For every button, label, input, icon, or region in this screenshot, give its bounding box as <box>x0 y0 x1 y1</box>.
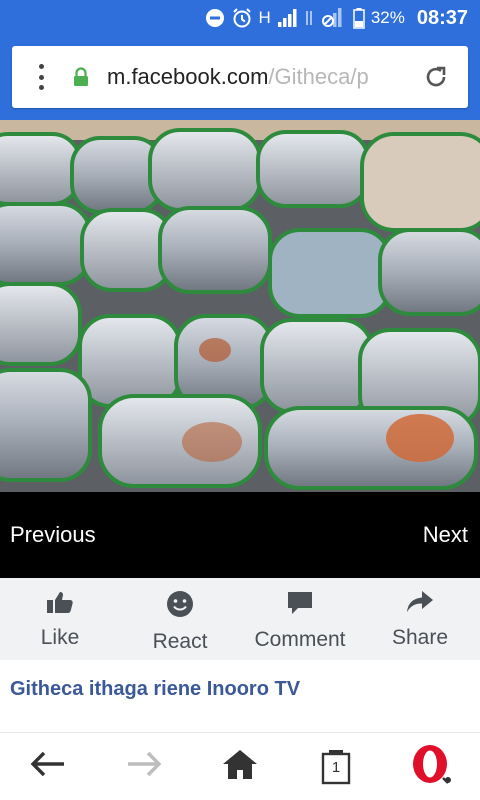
tabs-button[interactable]: 1 <box>288 733 384 800</box>
data-transfer-icon <box>305 8 313 28</box>
network-type: H <box>258 8 271 27</box>
like-label: Like <box>40 626 80 649</box>
comment-icon <box>286 590 314 621</box>
url-path: /Githeca/p <box>268 64 369 89</box>
url-text[interactable]: m.facebook.com/Githeca/p <box>107 64 407 90</box>
browser-toolbar: m.facebook.com/Githeca/p <box>0 36 480 120</box>
address-bar[interactable]: m.facebook.com/Githeca/p <box>12 46 468 108</box>
action-bar: Like React Comment Share <box>0 578 480 660</box>
like-button[interactable]: Like <box>0 578 120 660</box>
react-button[interactable]: React <box>120 578 240 660</box>
reload-icon[interactable] <box>422 63 450 96</box>
tab-count: 1 <box>331 758 341 776</box>
home-button[interactable] <box>192 733 288 800</box>
comment-label: Comment <box>254 628 346 651</box>
forward-button[interactable] <box>96 733 192 800</box>
opera-icon <box>410 742 454 791</box>
comment-button[interactable]: Comment <box>240 578 360 660</box>
do-not-disturb-icon <box>205 8 225 28</box>
alarm-icon <box>231 7 253 29</box>
signal-icon <box>277 8 299 28</box>
url-host: m.facebook.com <box>107 64 269 89</box>
tabs-icon: 1 <box>321 749 351 785</box>
photo[interactable] <box>0 120 480 492</box>
battery-icon <box>353 7 365 29</box>
react-label: React <box>152 630 208 653</box>
status-icons: H 32% 08:37 <box>205 0 480 36</box>
menu-dots-icon[interactable] <box>36 64 46 90</box>
share-label: Share <box>391 626 449 649</box>
share-icon <box>406 590 434 619</box>
battery-percent: 32% <box>370 8 405 27</box>
lock-icon[interactable] <box>72 67 90 92</box>
clock: 08:37 <box>416 6 468 29</box>
post-caption[interactable]: Githeca ithaga riene Inooro TV <box>10 678 300 701</box>
share-button[interactable]: Share <box>360 578 480 660</box>
next-link[interactable]: Next <box>423 522 468 548</box>
home-icon <box>221 748 259 785</box>
smiley-icon <box>166 590 194 623</box>
bales-of-clothes-image <box>0 120 480 492</box>
opera-menu-button[interactable] <box>384 733 480 800</box>
status-bar: H 32% 08:37 <box>0 0 480 36</box>
photo-navigation: Previous Next <box>0 492 480 578</box>
back-button[interactable] <box>0 733 96 800</box>
back-arrow-icon <box>30 750 66 783</box>
previous-link[interactable]: Previous <box>10 522 96 548</box>
thumbs-up-icon <box>46 590 74 619</box>
forward-arrow-icon <box>126 750 162 783</box>
browser-bottom-nav: 1 <box>0 732 480 800</box>
wifi-signal-icon <box>319 7 343 29</box>
